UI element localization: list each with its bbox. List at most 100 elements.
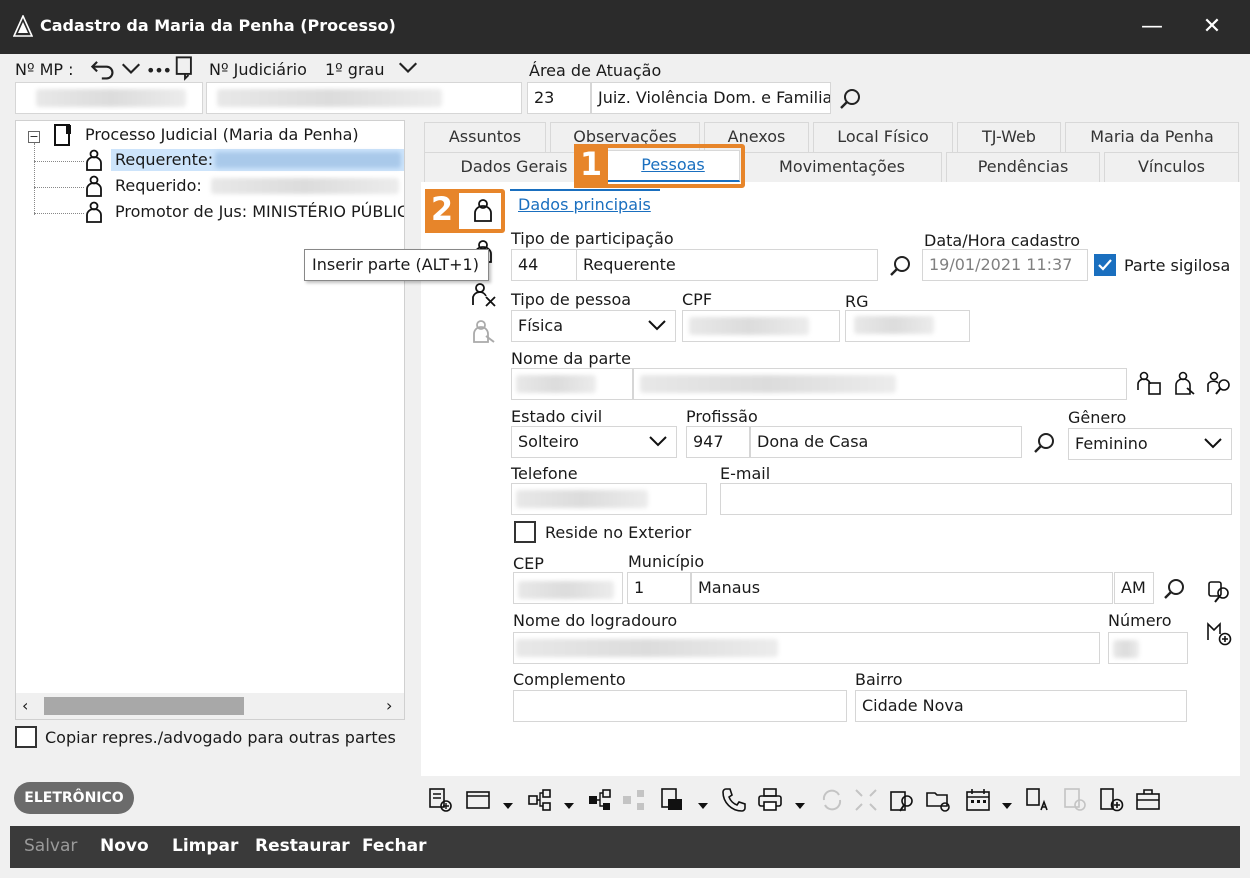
party-edit-icon[interactable]: [1172, 370, 1198, 396]
callout-badge-1: 1: [574, 144, 608, 188]
bairro-input[interactable]: Cidade Nova: [855, 690, 1187, 722]
municipio-code[interactable]: 1: [627, 572, 691, 604]
minimize-button[interactable]: —: [1132, 10, 1172, 44]
dropdown-arrow-icon[interactable]: [563, 796, 575, 809]
cep-input[interactable]: [513, 572, 623, 604]
municipio-label: Município: [628, 552, 705, 571]
rg-input[interactable]: [845, 310, 970, 342]
cpf-input[interactable]: [682, 310, 840, 342]
judicial-number-input[interactable]: [206, 82, 522, 114]
tree-collapse-icon[interactable]: −: [28, 131, 40, 143]
dropdown-arrow-icon[interactable]: [794, 796, 806, 809]
checkmark-icon: [1098, 259, 1112, 271]
fechar-button[interactable]: Fechar: [362, 836, 427, 856]
parte-sigilosa-checkbox[interactable]: [1094, 254, 1116, 276]
tree-item-requerente[interactable]: Requerente:: [111, 149, 404, 171]
area-search-icon[interactable]: [838, 86, 864, 112]
document-attribute-icon[interactable]: [1024, 786, 1052, 816]
mp-input[interactable]: [15, 82, 203, 114]
reside-exterior-checkbox[interactable]: [514, 521, 536, 543]
grau-chevron-down-icon[interactable]: [395, 55, 418, 77]
profissao-code[interactable]: 947: [686, 426, 750, 458]
numero-input[interactable]: [1108, 632, 1188, 664]
tab-maria-da-penha[interactable]: Maria da Penha: [1065, 122, 1239, 152]
undo-icon[interactable]: [90, 56, 114, 80]
hierarchy-icon[interactable]: [526, 786, 554, 816]
party-card-icon[interactable]: [1136, 370, 1162, 396]
party-search-icon[interactable]: [1206, 370, 1232, 396]
tree-item-label: Promotor de Jus: MINISTÉRIO PÚBLIC: [115, 202, 404, 221]
municipio-search-icon[interactable]: [1162, 576, 1188, 602]
phone-icon[interactable]: [720, 786, 748, 816]
tab-local-fisico[interactable]: Local Físico: [813, 122, 953, 152]
nome-parte-input[interactable]: [633, 368, 1127, 400]
dropdown-arrow-icon[interactable]: [1001, 796, 1013, 809]
dropdown-arrow-icon[interactable]: [502, 796, 514, 809]
print-icon[interactable]: [756, 786, 784, 816]
nome-parte-code[interactable]: [511, 368, 633, 400]
tree-scrollbar[interactable]: ‹ ›: [16, 693, 404, 719]
tab-tj-web[interactable]: TJ-Web: [957, 122, 1061, 152]
tab-assuntos[interactable]: Assuntos: [424, 122, 546, 152]
profissao-search-icon[interactable]: [1032, 430, 1058, 456]
tree-item-requerido[interactable]: Requerido:: [111, 175, 404, 197]
tree-item-label: Requerente:: [115, 150, 214, 169]
complemento-input[interactable]: [513, 690, 847, 722]
salvar-button: Salvar: [24, 836, 78, 856]
telefone-input[interactable]: [511, 483, 707, 515]
email-input[interactable]: [720, 483, 1232, 515]
logradouro-input[interactable]: [513, 632, 1100, 664]
address-search-icon[interactable]: [1206, 578, 1232, 604]
tree-item-promotor[interactable]: Promotor de Jus: MINISTÉRIO PÚBLIC: [111, 201, 404, 223]
person-icon: [84, 149, 104, 171]
electronic-badge: ELETRÔNICO: [14, 782, 134, 814]
copy-representative-checkbox[interactable]: [15, 726, 37, 748]
copy-document-icon[interactable]: [172, 55, 192, 81]
tipo-participacao-code[interactable]: 44: [511, 249, 577, 281]
tab-vinculos[interactable]: Vínculos: [1104, 152, 1239, 182]
chevron-down-icon[interactable]: [118, 56, 141, 78]
close-button[interactable]: ✕: [1192, 10, 1232, 44]
area-code-input[interactable]: 23: [527, 82, 591, 114]
email-label: E-mail: [720, 464, 771, 483]
tab-movimentacoes[interactable]: Movimentações: [742, 152, 942, 182]
area-name-input[interactable]: Juiz. Violência Dom. e Familia: [591, 82, 831, 114]
dropdown-arrow-icon[interactable]: [697, 796, 709, 809]
connect-icon[interactable]: [586, 786, 614, 816]
action-bar: Salvar Novo Limpar Restaurar Fechar: [10, 826, 1240, 868]
estado-civil-select[interactable]: Solteiro: [511, 426, 677, 458]
scroll-left-icon[interactable]: ‹: [22, 696, 28, 715]
reside-exterior-label: Reside no Exterior: [545, 523, 692, 542]
calendar-icon[interactable]: [964, 786, 992, 816]
callout-badge-2: 2: [425, 189, 459, 233]
briefcase-icon[interactable]: [1134, 786, 1162, 816]
mp-label: Nº MP :: [15, 60, 74, 79]
genero-value: Feminino: [1075, 434, 1148, 453]
app-logo-icon: [12, 14, 34, 37]
add-file-icon[interactable]: [1098, 786, 1126, 816]
tipo-participacao-search-icon[interactable]: [888, 253, 914, 279]
tree-root-label[interactable]: Processo Judicial (Maria da Penha): [85, 125, 359, 144]
tipo-participacao-name[interactable]: Requerente: [576, 249, 878, 281]
remove-party-icon[interactable]: [470, 281, 496, 307]
genero-label: Gênero: [1068, 408, 1127, 427]
restaurar-button[interactable]: Restaurar: [255, 836, 350, 856]
more-icon[interactable]: [146, 56, 170, 78]
scroll-thumb[interactable]: [44, 697, 244, 715]
novo-button[interactable]: Novo: [100, 836, 149, 856]
genero-select[interactable]: Feminino: [1068, 428, 1232, 460]
folder-settings-icon[interactable]: [924, 786, 952, 816]
limpar-button[interactable]: Limpar: [172, 836, 238, 856]
add-document-icon[interactable]: [426, 786, 454, 816]
subtab-dados-principais[interactable]: Dados principais: [518, 195, 651, 214]
send-document-icon[interactable]: [658, 786, 686, 816]
profissao-name[interactable]: Dona de Casa: [750, 426, 1022, 458]
scroll-right-icon[interactable]: ›: [386, 696, 392, 715]
add-location-icon[interactable]: [1206, 620, 1232, 646]
tab-pendencias[interactable]: Pendências: [946, 152, 1100, 182]
municipio-name[interactable]: Manaus: [691, 572, 1113, 604]
person-search-icon[interactable]: [888, 786, 916, 816]
tipo-pessoa-select[interactable]: Física: [511, 310, 676, 342]
window-icon[interactable]: [464, 786, 492, 816]
parties-tree: − Processo Judicial (Maria da Penha) Req…: [15, 120, 405, 720]
